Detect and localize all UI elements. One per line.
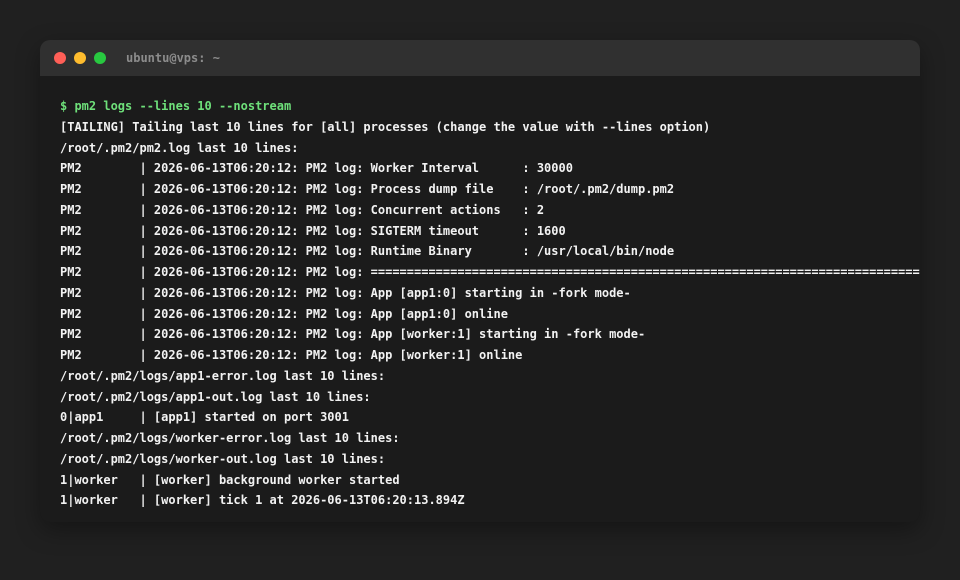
output-line: PM2 | 2026-06-13T06:20:12: PM2 log: Work… bbox=[60, 161, 573, 176]
output-line: /root/.pm2/logs/worker-error.log last 10… bbox=[60, 431, 400, 445]
output-line: [TAILING] Tailing last 10 lines for [all… bbox=[60, 119, 711, 134]
output-line: /root/.pm2/logs/app1-error.log last 10 l… bbox=[60, 368, 386, 383]
command-line: $ pm2 logs --lines 10 --nostream bbox=[60, 99, 292, 113]
output-line: PM2 | 2026-06-13T06:20:12: PM2 log: Proc… bbox=[60, 182, 675, 196]
window-titlebar: ubuntu@vps: ~ bbox=[40, 40, 920, 76]
output-line: PM2 | 2026-06-13T06:20:12: PM2 log: App … bbox=[60, 348, 523, 362]
window-title: ubuntu@vps: ~ bbox=[126, 51, 220, 65]
output-line: /root/.pm2/pm2.log last 10 lines: bbox=[60, 140, 299, 155]
output-line: 1|worker | [worker] background worker st… bbox=[60, 472, 400, 487]
output-line: /root/.pm2/logs/app1-out.log last 10 lin… bbox=[60, 389, 371, 404]
output-line: PM2 | 2026-06-13T06:20:12: PM2 log: SIGT… bbox=[60, 223, 566, 238]
terminal-window: ubuntu@vps: ~ $ pm2 logs --lines 10 --no… bbox=[40, 40, 920, 522]
output-line: PM2 | 2026-06-13T06:20:12: PM2 log: Conc… bbox=[60, 202, 545, 217]
output-line: 1|worker | [worker] tick 1 at 2026-06-13… bbox=[60, 493, 465, 508]
output-line: PM2 | 2026-06-13T06:20:12: PM2 log: Runt… bbox=[60, 244, 675, 259]
output-line: 0|app1 | [app1] started on port 3001 bbox=[60, 410, 349, 425]
maximize-window-button[interactable] bbox=[94, 52, 106, 64]
output-line: PM2 | 2026-06-13T06:20:12: PM2 log: App … bbox=[60, 285, 631, 300]
close-window-button[interactable] bbox=[54, 52, 66, 64]
output-line: /root/.pm2/logs/worker-out.log last 10 l… bbox=[60, 451, 386, 466]
output-line: PM2 | 2026-06-13T06:20:12: PM2 log: App … bbox=[60, 306, 508, 321]
minimize-window-button[interactable] bbox=[74, 52, 86, 64]
terminal-output[interactable]: $ pm2 logs --lines 10 --nostream [TAILIN… bbox=[40, 76, 920, 522]
output-line: PM2 | 2026-06-13T06:20:12: PM2 log: App … bbox=[60, 327, 646, 342]
output-line: PM2 | 2026-06-13T06:20:12: PM2 log: ====… bbox=[60, 265, 920, 279]
